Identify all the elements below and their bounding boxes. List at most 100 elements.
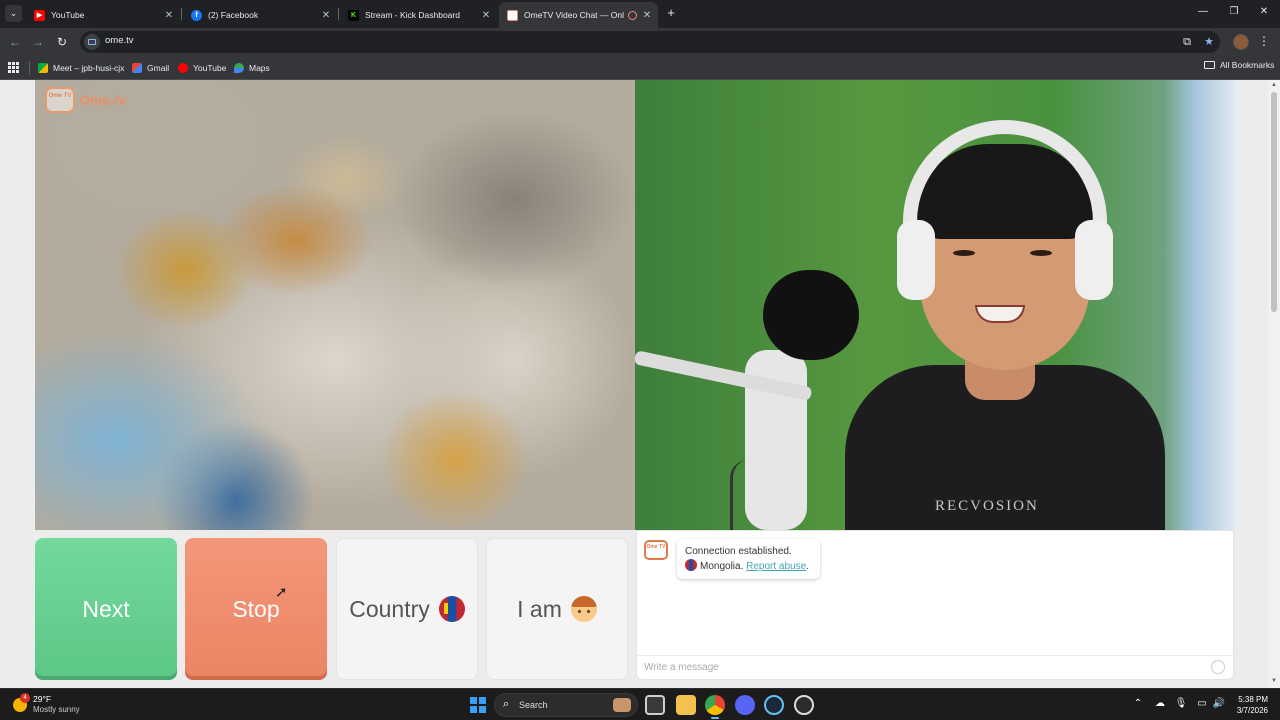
- volume-icon[interactable]: 🔊: [1212, 698, 1226, 709]
- ometv-logo[interactable]: Ome TV Ome.tv: [45, 87, 126, 113]
- stop-button-label: Stop: [232, 595, 280, 622]
- file-explorer-icon[interactable]: [676, 695, 696, 715]
- headphones-earcup: [897, 220, 935, 300]
- message-input[interactable]: Write a message: [637, 655, 1233, 679]
- bookmarks-bar: Meet – jpb-husi-cjx Gmail YouTube Maps A…: [0, 56, 1280, 80]
- discord-icon[interactable]: [735, 695, 755, 715]
- ometv-icon: [507, 9, 518, 21]
- headphones-earcup: [1075, 220, 1113, 300]
- country-button[interactable]: Country: [336, 538, 478, 680]
- all-bookmarks-label: All Bookmarks: [1220, 60, 1275, 70]
- bookmark-youtube[interactable]: YouTube: [178, 60, 226, 76]
- report-abuse-link[interactable]: Report abuse: [746, 561, 806, 572]
- next-button-label: Next: [82, 595, 130, 622]
- bookmark-label: Gmail: [147, 63, 170, 73]
- bookmark-meet[interactable]: Meet – jpb-husi-cjx: [38, 60, 124, 76]
- weather-badge: 4: [20, 693, 30, 703]
- emoji-smile-icon[interactable]: [1211, 660, 1225, 674]
- tab-divider: [181, 8, 182, 20]
- windows-taskbar: 4 29°F Mostly sunny ⌕ Search ⌃ ☁ 🎙 ▭ 🔊 5…: [0, 688, 1280, 720]
- start-windows-icon[interactable]: [470, 697, 486, 713]
- scroll-thumb[interactable]: [1271, 92, 1277, 312]
- tray-overflow-icon[interactable]: ⌃: [1131, 698, 1145, 709]
- clock-time: 5:38 PM: [1238, 695, 1268, 704]
- cast-icon[interactable]: ⧉: [1179, 34, 1195, 50]
- youtube-icon: [178, 63, 188, 73]
- report-suffix: .: [806, 561, 809, 572]
- tab-title: YouTube: [51, 10, 85, 20]
- bookmark-label: Maps: [249, 63, 270, 73]
- folder-icon: [1204, 61, 1215, 69]
- new-tab-button[interactable]: +: [664, 6, 678, 20]
- taskbar-search[interactable]: ⌕ Search: [494, 693, 638, 717]
- next-button[interactable]: Next: [35, 538, 177, 680]
- network-icon[interactable]: ▭: [1195, 698, 1209, 709]
- self-video: RECVOSION: [635, 80, 1235, 530]
- maps-icon: [234, 63, 244, 73]
- clock-date: 3/7/2026: [1236, 706, 1268, 715]
- restore-icon[interactable]: ❐: [1224, 6, 1244, 17]
- microphone-icon[interactable]: 🎙: [1174, 698, 1188, 709]
- minimize-icon[interactable]: —: [1193, 6, 1213, 17]
- system-message: Connection established. Mongolia. Report…: [677, 539, 820, 579]
- all-bookmarks-button[interactable]: All Bookmarks: [1204, 60, 1274, 70]
- ometv-logo-text: Ome.tv: [79, 92, 127, 108]
- bookmark-label: Meet – jpb-husi-cjx: [53, 63, 125, 73]
- browser-menu-icon[interactable]: ⋮: [1258, 34, 1270, 48]
- gmail-icon: [132, 63, 142, 73]
- stop-button[interactable]: Stop: [185, 538, 327, 680]
- tab-kick[interactable]: K Stream - Kick Dashboard ✕: [340, 2, 497, 28]
- close-tab-icon[interactable]: ✕: [479, 10, 493, 21]
- site-info-icon[interactable]: [84, 34, 100, 50]
- bookmark-star-icon[interactable]: ★: [1201, 34, 1217, 50]
- bookmark-gmail[interactable]: Gmail: [132, 60, 169, 76]
- gender-button[interactable]: I am: [486, 538, 628, 680]
- chat-panel: Ome TV Connection established. Mongolia.…: [636, 530, 1234, 680]
- scroll-down-icon[interactable]: ▼: [1270, 678, 1278, 684]
- apps-grid-icon[interactable]: [8, 62, 19, 73]
- country-button-label: Country: [349, 595, 430, 622]
- close-tab-icon[interactable]: ✕: [640, 10, 654, 21]
- mongolia-flag-icon: [438, 596, 465, 622]
- address-bar[interactable]: ome.tv ⧉ ★: [80, 31, 1220, 53]
- browser-toolbar: ← → ↻ ome.tv ⧉ ★ ⋮: [0, 28, 1280, 56]
- stranger-video: Ome TV Ome.tv: [35, 80, 635, 530]
- profile-avatar[interactable]: [1233, 34, 1249, 50]
- bookmark-label: YouTube: [193, 63, 227, 73]
- microphone-windscreen: [763, 270, 859, 360]
- tab-ometv[interactable]: OmeTV Video Chat — Onl ✕: [499, 2, 658, 28]
- bookmark-maps[interactable]: Maps: [234, 60, 270, 76]
- page-scrollbar[interactable]: ▲ ▼: [1268, 80, 1280, 688]
- scroll-up-icon[interactable]: ▲: [1270, 82, 1278, 88]
- tab-divider: [338, 8, 339, 20]
- facebook-icon: f: [191, 9, 202, 21]
- chrome-icon[interactable]: [705, 695, 725, 719]
- tab-youtube[interactable]: ▶ YouTube ✕: [26, 2, 180, 28]
- search-highlight-icon: [613, 698, 631, 712]
- weather-temperature[interactable]: 29°F: [33, 694, 51, 704]
- tab-title: OmeTV Video Chat — Onl: [524, 10, 624, 20]
- close-window-icon[interactable]: ✕: [1254, 6, 1274, 17]
- url-text: ome.tv: [105, 35, 134, 46]
- obs-icon[interactable]: [794, 695, 814, 715]
- bookmark-divider: [29, 61, 30, 75]
- close-tab-icon[interactable]: ✕: [162, 10, 176, 21]
- connection-status: Connection established.: [685, 546, 792, 557]
- reload-icon[interactable]: ↻: [54, 34, 70, 50]
- task-view-icon[interactable]: [645, 695, 665, 715]
- country-line: Mongolia. Report abuse.: [685, 559, 812, 574]
- back-icon[interactable]: ←: [7, 34, 23, 50]
- tab-search-icon[interactable]: ⌄: [5, 5, 22, 22]
- steam-icon[interactable]: [764, 695, 784, 715]
- mongolia-flag-icon: [685, 559, 697, 571]
- onedrive-icon[interactable]: ☁: [1153, 698, 1167, 709]
- system-clock[interactable]: 5:38 PM 3/7/2026: [1230, 694, 1268, 716]
- weather-condition[interactable]: Mostly sunny: [33, 705, 80, 714]
- message-placeholder: Write a message: [644, 662, 719, 673]
- search-icon: ⌕: [503, 698, 510, 710]
- tab-title: (2) Facebook: [208, 10, 259, 20]
- tab-facebook[interactable]: f (2) Facebook ✕: [183, 2, 337, 28]
- close-tab-icon[interactable]: ✕: [319, 10, 333, 21]
- screen: ⌄ ▶ YouTube ✕ f (2) Facebook ✕ K Stream …: [0, 0, 1280, 720]
- forward-icon[interactable]: →: [30, 34, 46, 50]
